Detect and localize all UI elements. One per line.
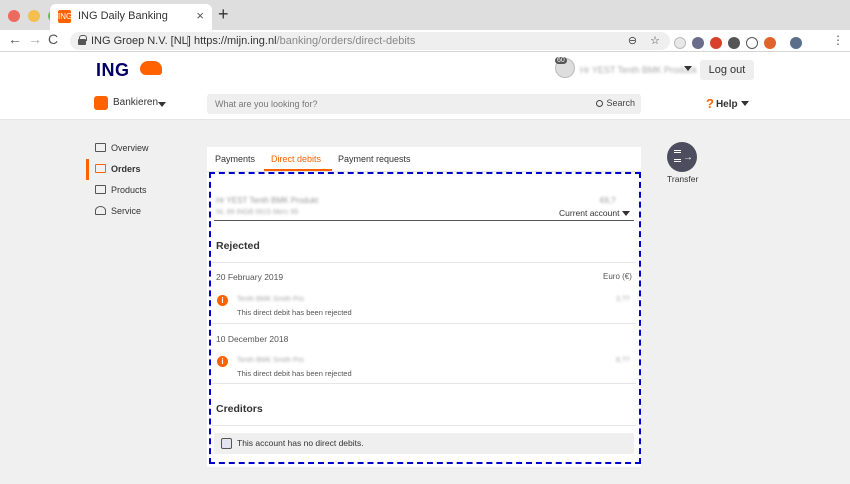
help-question-icon: ? bbox=[706, 96, 714, 111]
logout-button[interactable]: Log out bbox=[700, 60, 754, 80]
person-icon bbox=[95, 206, 106, 215]
sidebar-item-label: Orders bbox=[111, 164, 141, 174]
sidebar-item-orders[interactable]: Orders bbox=[86, 159, 196, 180]
tab-title: ING Daily Banking bbox=[78, 10, 168, 22]
coins-icon bbox=[674, 150, 681, 162]
ing-lion-icon bbox=[140, 61, 162, 75]
transfer-label[interactable]: Transfer bbox=[667, 174, 698, 184]
browser-menu-icon[interactable]: ⋮ bbox=[832, 33, 844, 47]
url-text: https://mijn.ing.nl/banking/orders/direc… bbox=[194, 35, 415, 47]
url-separator: | bbox=[186, 33, 190, 47]
calendar-icon bbox=[95, 164, 106, 173]
extension-icon[interactable] bbox=[728, 36, 740, 49]
url-path: /banking/orders/direct-debits bbox=[276, 35, 416, 47]
forward-icon[interactable]: → bbox=[28, 31, 42, 47]
extension-icon[interactable] bbox=[764, 36, 776, 49]
zoom-icon[interactable]: ⊖ bbox=[628, 35, 637, 47]
chevron-down-icon[interactable] bbox=[684, 66, 692, 71]
arrow-right-icon: → bbox=[683, 152, 693, 163]
bankieren-label: Bankieren bbox=[113, 97, 159, 108]
highlight-frame bbox=[209, 172, 641, 464]
url-host: https://mijn.ing.nl bbox=[194, 35, 277, 47]
orders-tabs: Payments Direct debits Payment requests bbox=[207, 147, 641, 172]
search-bar: Search bbox=[207, 94, 641, 114]
window-close-button[interactable] bbox=[8, 10, 20, 22]
sidebar-item-service[interactable]: Service bbox=[86, 201, 196, 222]
browser-tab[interactable]: ING ING Daily Banking × bbox=[50, 4, 212, 30]
sidebar-item-products[interactable]: Products bbox=[86, 180, 196, 201]
search-icon bbox=[596, 100, 604, 107]
extension-icon[interactable] bbox=[692, 36, 704, 49]
bookmark-star-icon[interactable]: ☆ bbox=[650, 35, 660, 47]
sidebar-item-overview[interactable]: Overview bbox=[86, 138, 196, 159]
lock-icon bbox=[78, 35, 87, 45]
transfer-button[interactable]: → bbox=[667, 142, 697, 172]
browser-address-bar: ← → C ING Groep N.V. [NL] | https://mijn… bbox=[0, 30, 850, 52]
active-tab-indicator bbox=[264, 169, 332, 171]
site-identity: ING Groep N.V. [NL] bbox=[91, 35, 191, 47]
sidebar-item-label: Overview bbox=[111, 143, 149, 153]
tab-close-icon[interactable]: × bbox=[196, 8, 204, 23]
help-label: Help bbox=[715, 99, 738, 110]
chevron-down-icon bbox=[740, 101, 749, 106]
extension-icon[interactable] bbox=[746, 36, 758, 49]
back-icon[interactable]: ← bbox=[8, 31, 22, 47]
tab-payment-requests[interactable]: Payment requests bbox=[338, 154, 411, 164]
sidebar-nav: Overview Orders Products Service bbox=[86, 138, 196, 222]
sidebar-item-label: Products bbox=[111, 185, 147, 195]
avatar-badge: 60 bbox=[555, 57, 567, 64]
chevron-down-icon bbox=[158, 102, 166, 107]
url-bar[interactable]: ING Groep N.V. [NL] | https://mijn.ing.n… bbox=[70, 32, 670, 50]
bank-icon bbox=[95, 185, 106, 194]
new-tab-icon[interactable]: + bbox=[218, 4, 229, 25]
extension-icon[interactable] bbox=[674, 36, 686, 49]
sidebar-item-label: Service bbox=[111, 206, 142, 216]
profile-avatar[interactable] bbox=[790, 36, 802, 49]
search-input[interactable] bbox=[207, 94, 577, 114]
browser-tab-bar: ING ING Daily Banking × + bbox=[0, 0, 850, 30]
extension-icon[interactable] bbox=[710, 36, 722, 49]
ing-favicon-icon: ING bbox=[58, 10, 73, 23]
bank-menu-icon bbox=[94, 96, 108, 110]
window-minimize-button[interactable] bbox=[28, 10, 40, 22]
wallet-icon bbox=[95, 143, 106, 152]
search-button[interactable]: Search bbox=[596, 98, 635, 108]
help-menu[interactable]: ? Help bbox=[706, 96, 749, 111]
ing-logo[interactable]: ING bbox=[96, 60, 130, 81]
extension-icons bbox=[674, 34, 808, 52]
tab-payments[interactable]: Payments bbox=[215, 154, 255, 164]
tab-direct-debits[interactable]: Direct debits bbox=[271, 154, 321, 164]
reload-icon[interactable]: C bbox=[48, 31, 58, 47]
search-button-label: Search bbox=[606, 98, 635, 108]
user-name[interactable]: Hr YEST Tenth BMK Produck bbox=[580, 65, 697, 75]
site-header: ING 60 Hr YEST Tenth BMK Produck Log out… bbox=[0, 52, 850, 120]
